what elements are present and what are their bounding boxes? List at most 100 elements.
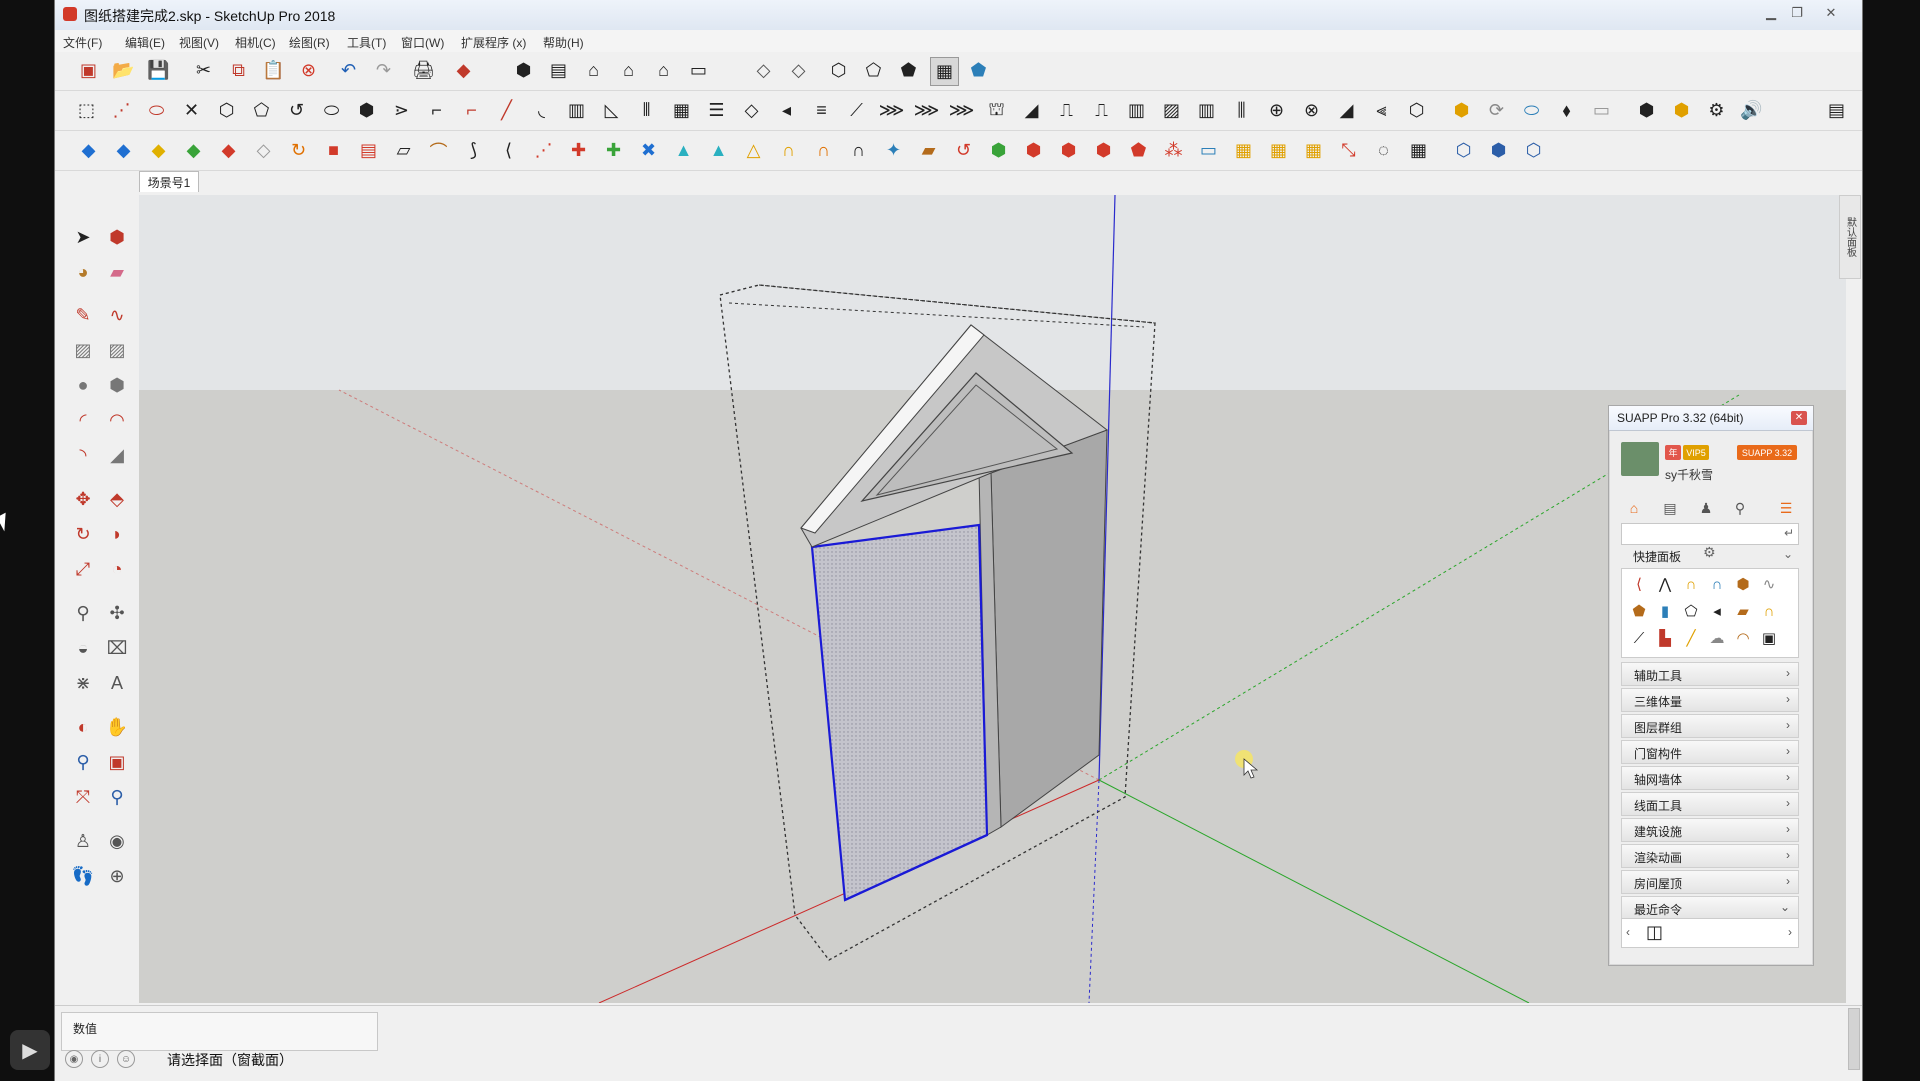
- quick-tool-icon[interactable]: ⬠: [1680, 600, 1702, 622]
- arc-icon[interactable]: ◜: [69, 406, 97, 434]
- suapp-tool-39-icon[interactable]: ⬡: [1403, 97, 1430, 124]
- suapp-tool-17-icon[interactable]: ⫴: [633, 97, 660, 124]
- layer-tool-5-icon[interactable]: ◆: [215, 137, 242, 164]
- suapp-tool-45-icon[interactable]: ⬢: [1633, 97, 1660, 124]
- tool-29-icon[interactable]: ⬢: [1055, 137, 1082, 164]
- suapp-tool-24-icon[interactable]: ⋙: [878, 97, 905, 124]
- suapp-tool-3-icon[interactable]: ⬭: [143, 97, 170, 124]
- text-icon[interactable]: ⌧: [103, 634, 131, 662]
- layer-tool-4-icon[interactable]: ◆: [180, 137, 207, 164]
- suapp-tool-4-icon[interactable]: ✕: [178, 97, 205, 124]
- section-render-animation[interactable]: 渲染动画 ›: [1621, 844, 1799, 868]
- rectangle-icon[interactable]: ▨: [69, 336, 97, 364]
- tool-12-icon[interactable]: ⟆: [460, 137, 487, 164]
- tool-23-icon[interactable]: ∩: [845, 137, 872, 164]
- tool-16-icon[interactable]: ✚: [600, 137, 627, 164]
- quick-tool-icon[interactable]: ▣: [1758, 627, 1780, 649]
- tool-31-icon[interactable]: ⬟: [1125, 137, 1152, 164]
- redo-icon[interactable]: ↷: [370, 57, 397, 84]
- quick-tool-icon[interactable]: ⟋: [1628, 627, 1650, 649]
- speaker-icon[interactable]: 🔊: [1738, 97, 1765, 124]
- menu-help[interactable]: 帮助(H): [543, 34, 584, 51]
- layer-tool-1-icon[interactable]: ◆: [75, 137, 102, 164]
- select-icon[interactable]: ➤: [69, 223, 97, 251]
- menu-extensions[interactable]: 扩展程序 (x): [461, 34, 526, 51]
- quick-tool-icon[interactable]: ⬟: [1628, 600, 1650, 622]
- 3d-text-icon[interactable]: A: [103, 669, 131, 697]
- user-status-icon[interactable]: ☺: [117, 1050, 135, 1068]
- cut-icon[interactable]: ✂: [190, 57, 217, 84]
- section-auxiliary-tools[interactable]: 辅助工具 ›: [1621, 662, 1799, 686]
- look-around-icon[interactable]: ◉: [103, 827, 131, 855]
- arc-3pt-icon[interactable]: ◝: [69, 441, 97, 469]
- camera-icon[interactable]: ▭: [1588, 97, 1615, 124]
- suapp-tool-34-icon[interactable]: ⫼: [1228, 97, 1255, 124]
- tool-17-icon[interactable]: ✖: [635, 137, 662, 164]
- tool-30-icon[interactable]: ⬢: [1090, 137, 1117, 164]
- suapp-tool-5-icon[interactable]: ⬡: [213, 97, 240, 124]
- back-view-icon[interactable]: ⌂: [650, 57, 677, 84]
- section-door-window[interactable]: 门窗构件 ›: [1621, 740, 1799, 764]
- iso-view-icon[interactable]: ⬢: [510, 57, 537, 84]
- suapp-tool-11-icon[interactable]: ⌐: [423, 97, 450, 124]
- right-view-icon[interactable]: ⌂: [615, 57, 642, 84]
- quick-tool-icon[interactable]: ▰: [1732, 600, 1754, 622]
- position-camera-icon[interactable]: ♙: [69, 827, 97, 855]
- tool-32-icon[interactable]: ⁂: [1160, 137, 1187, 164]
- section-building-facilities[interactable]: 建筑设施 ›: [1621, 818, 1799, 842]
- axes-icon[interactable]: ⋇: [69, 669, 97, 697]
- section-3d-mass[interactable]: 三维体量 ›: [1621, 688, 1799, 712]
- copy-icon[interactable]: ⧉: [225, 57, 252, 84]
- suapp-tool-31-icon[interactable]: ▥: [1123, 97, 1150, 124]
- tool-33-icon[interactable]: ▭: [1195, 137, 1222, 164]
- suapp-tool-36-icon[interactable]: ⊗: [1298, 97, 1325, 124]
- tool-36-icon[interactable]: ▦: [1300, 137, 1327, 164]
- suapp-tool-27-icon[interactable]: ⛫: [983, 97, 1010, 124]
- protractor-icon[interactable]: ◒: [69, 634, 97, 662]
- home-icon[interactable]: ⌂: [1621, 496, 1647, 520]
- move-icon[interactable]: ✥: [69, 485, 97, 513]
- tool-19-icon[interactable]: ▲: [705, 137, 732, 164]
- tool-15-icon[interactable]: ✚: [565, 137, 592, 164]
- suapp-tool-15-icon[interactable]: ▥: [563, 97, 590, 124]
- save-icon[interactable]: 💾: [145, 57, 172, 84]
- avatar[interactable]: [1621, 442, 1659, 476]
- suapp-tool-25-icon[interactable]: ⋙: [913, 97, 940, 124]
- suapp-tool-30-icon[interactable]: ⎍: [1088, 97, 1115, 124]
- quick-tool-icon[interactable]: ⋀: [1654, 573, 1676, 595]
- line-icon[interactable]: ✎: [69, 301, 97, 329]
- dimension-icon[interactable]: ✣: [103, 599, 131, 627]
- quick-panel-header[interactable]: 快捷面板 ⚙ ⌄: [1621, 542, 1797, 566]
- quick-tool-icon[interactable]: ▮: [1654, 600, 1676, 622]
- menu-tools[interactable]: 工具(T): [347, 34, 386, 51]
- new-icon[interactable]: ▣: [75, 57, 102, 84]
- monochrome-icon[interactable]: ⬟: [965, 57, 992, 84]
- tool-9-icon[interactable]: ▤: [355, 137, 382, 164]
- left-view-icon[interactable]: ▭: [685, 57, 712, 84]
- undo-icon[interactable]: ↶: [335, 57, 362, 84]
- tool-35-icon[interactable]: ▦: [1265, 137, 1292, 164]
- quick-tool-icon[interactable]: ∿: [1758, 573, 1780, 595]
- tool-41-icon[interactable]: ⬢: [1485, 137, 1512, 164]
- section-room-roof[interactable]: 房间屋顶 ›: [1621, 870, 1799, 894]
- make-component-icon[interactable]: ⬢: [103, 223, 131, 251]
- suapp-tool-18-icon[interactable]: ▦: [668, 97, 695, 124]
- menu-edit[interactable]: 编辑(E): [125, 34, 165, 51]
- suapp-tool-46-icon[interactable]: ⬢: [1668, 97, 1695, 124]
- suapp-tool-38-icon[interactable]: ⫷: [1368, 97, 1395, 124]
- suapp-tool-16-icon[interactable]: ◺: [598, 97, 625, 124]
- suapp-tool-26-icon[interactable]: ⋙: [948, 97, 975, 124]
- arc-2pt-icon[interactable]: ◠: [103, 406, 131, 434]
- tool-38-icon[interactable]: ◌: [1370, 137, 1397, 164]
- top-view-icon[interactable]: ▤: [545, 57, 572, 84]
- suapp-tool-33-icon[interactable]: ▥: [1193, 97, 1220, 124]
- chevron-right-icon[interactable]: ›: [1788, 925, 1792, 939]
- layers-icon[interactable]: ▤: [1657, 496, 1683, 520]
- quick-tool-icon[interactable]: ╱: [1680, 627, 1702, 649]
- tool-24-icon[interactable]: ✦: [880, 137, 907, 164]
- section-grid-wall[interactable]: 轴网墙体 ›: [1621, 766, 1799, 790]
- tool-26-icon[interactable]: ↺: [950, 137, 977, 164]
- rotated-rectangle-icon[interactable]: ▨: [103, 336, 131, 364]
- orbit-icon[interactable]: ◐: [69, 713, 97, 741]
- model-info-icon[interactable]: ◆: [450, 57, 477, 84]
